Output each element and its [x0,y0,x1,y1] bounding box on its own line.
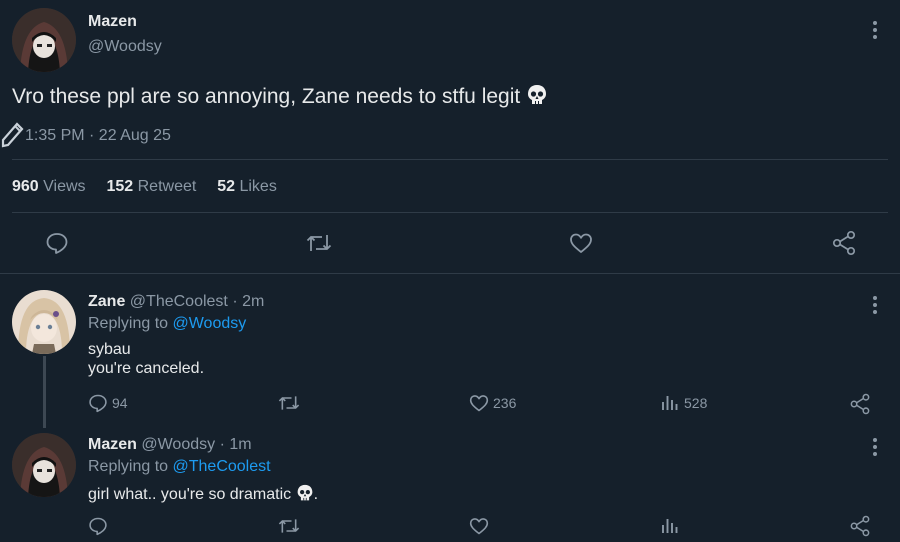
more-options-icon[interactable] [872,21,878,42]
more-options-icon[interactable] [872,296,878,317]
replying-to: Replying to @TheCoolest [88,458,271,476]
reply-icon[interactable] [88,516,108,536]
view-count: 528 [684,395,708,411]
skull-emoji-icon [526,84,548,112]
likes-count[interactable]: 52 [217,178,235,195]
reply-author-handle[interactable]: @TheCoolest [130,293,228,310]
divider [12,159,888,160]
share-icon[interactable] [849,393,871,415]
skull-emoji-icon [296,484,314,507]
more-options-icon[interactable] [872,438,878,459]
replying-to-label: Replying to [88,458,169,475]
retweets-label[interactable]: Retweet [138,178,197,195]
share-icon[interactable] [849,515,871,537]
retweets-count[interactable]: 152 [106,178,133,195]
avatar[interactable] [12,433,76,497]
reply-header: Zane @TheCoolest · 2m [88,293,264,311]
reply-text-line: sybau [88,341,131,358]
reply-time: · 2m [232,293,265,310]
post-stats: 960 Views 152 Retweet 52 Likes [12,178,277,196]
reply-time: · 1m [219,436,252,453]
reply-text-row: girl what.. you're so dramatic . [88,484,318,507]
replying-to-handle[interactable]: @Woodsy [173,315,247,332]
like-icon[interactable] [469,516,489,536]
retweet-icon[interactable] [277,393,301,413]
avatar[interactable] [12,290,76,354]
avatar[interactable] [12,8,76,72]
reply-icon[interactable] [88,393,108,413]
divider [0,273,900,274]
post-text-row: Vro these ppl are so annoying, Zane need… [12,84,548,112]
post-author-name[interactable]: Mazen [88,13,137,31]
likes-label[interactable]: Likes [239,178,276,195]
retweet-icon[interactable] [305,231,333,255]
reply-text-suffix: . [313,486,319,503]
like-count: 236 [493,395,517,411]
post-text: Vro these ppl are so annoying, Zane need… [12,85,521,108]
reply-text-line: girl what.. you're so dramatic [88,486,292,503]
reply-author-name[interactable]: Zane [88,293,125,310]
share-icon[interactable] [831,230,857,256]
reply-count: 94 [112,395,128,411]
like-icon[interactable] [469,393,489,413]
post-timestamp[interactable]: 1:35 PM · 22 Aug 25 [25,127,171,145]
replying-to-handle[interactable]: @TheCoolest [173,458,271,475]
reply-author-handle[interactable]: @Woodsy [141,436,215,453]
edit-pencil-icon[interactable] [0,118,26,150]
divider [12,212,888,213]
views-chart-icon[interactable] [661,394,679,412]
replying-to-label: Replying to [88,315,169,332]
thread-line [43,356,46,428]
retweet-icon[interactable] [277,516,301,536]
reply-icon[interactable] [45,231,69,255]
like-icon[interactable] [569,231,593,255]
views-chart-icon[interactable] [661,517,679,535]
reply-text-line: you're canceled. [88,360,205,377]
reply-author-name[interactable]: Mazen [88,436,137,453]
views-count: 960 [12,178,39,195]
reply-header: Mazen @Woodsy · 1m [88,436,252,454]
replying-to: Replying to @Woodsy [88,315,246,333]
post-author-handle[interactable]: @Woodsy [88,38,162,56]
views-label: Views [43,178,86,195]
